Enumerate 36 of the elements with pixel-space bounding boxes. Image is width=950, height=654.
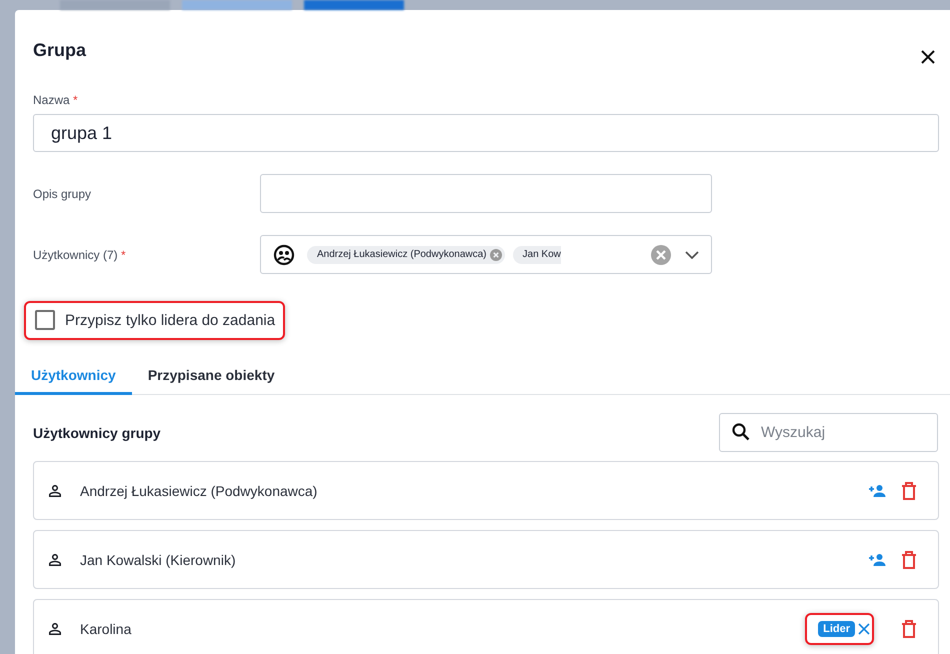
user-chip[interactable]: Jan Kow: [512, 246, 561, 264]
tab[interactable]: Użytkownicy: [15, 357, 132, 395]
trash-icon: [900, 480, 918, 500]
users-select-field[interactable]: Andrzej Łukasiewicz (Podwykonawca) Jan Kow: [260, 235, 712, 274]
chevron-down-icon[interactable]: [685, 250, 699, 258]
field-label: Nazwa *: [33, 93, 79, 107]
tab[interactable]: Przypisane obiekty: [132, 357, 291, 395]
dialog-title: Grupa: [33, 40, 86, 60]
delete-button[interactable]: [900, 550, 918, 570]
user-chip[interactable]: Andrzej Łukasiewicz (Podwykonawca): [307, 246, 505, 264]
section-title: Użytkownicy grupy: [33, 424, 161, 440]
member-name: Karolina: [80, 620, 132, 636]
member-name: Jan Kowalski (Kierownik): [80, 552, 237, 568]
remove-leader-button[interactable]: [858, 622, 870, 634]
group-icon: [273, 244, 295, 266]
search-field[interactable]: Wyszukaj: [719, 413, 938, 452]
delete-button[interactable]: [900, 480, 918, 500]
add-person-button[interactable]: [868, 552, 886, 566]
leader-badge: Lider: [818, 620, 855, 636]
add-person-icon: [868, 484, 886, 498]
remove-icon: [490, 248, 502, 260]
trash-icon: [900, 550, 918, 570]
field-label: Opis grupy: [33, 186, 92, 200]
field-label: Użytkownicy (7) *: [33, 248, 127, 262]
description-input-field[interactable]: [260, 174, 712, 213]
checkbox[interactable]: [35, 310, 55, 330]
clear-icon[interactable]: [651, 244, 671, 264]
close-icon: [921, 50, 935, 64]
add-person-button[interactable]: [868, 484, 886, 498]
checkbox-label: Przypisz tylko lidera do zadania: [65, 312, 276, 328]
member-name: Andrzej Łukasiewicz (Podwykonawca): [80, 482, 318, 498]
trash-icon: [900, 618, 918, 638]
delete-button[interactable]: [900, 618, 918, 638]
name-input-field[interactable]: grupa 1: [33, 114, 939, 152]
close-icon: [858, 622, 870, 634]
add-person-icon: [868, 552, 886, 566]
